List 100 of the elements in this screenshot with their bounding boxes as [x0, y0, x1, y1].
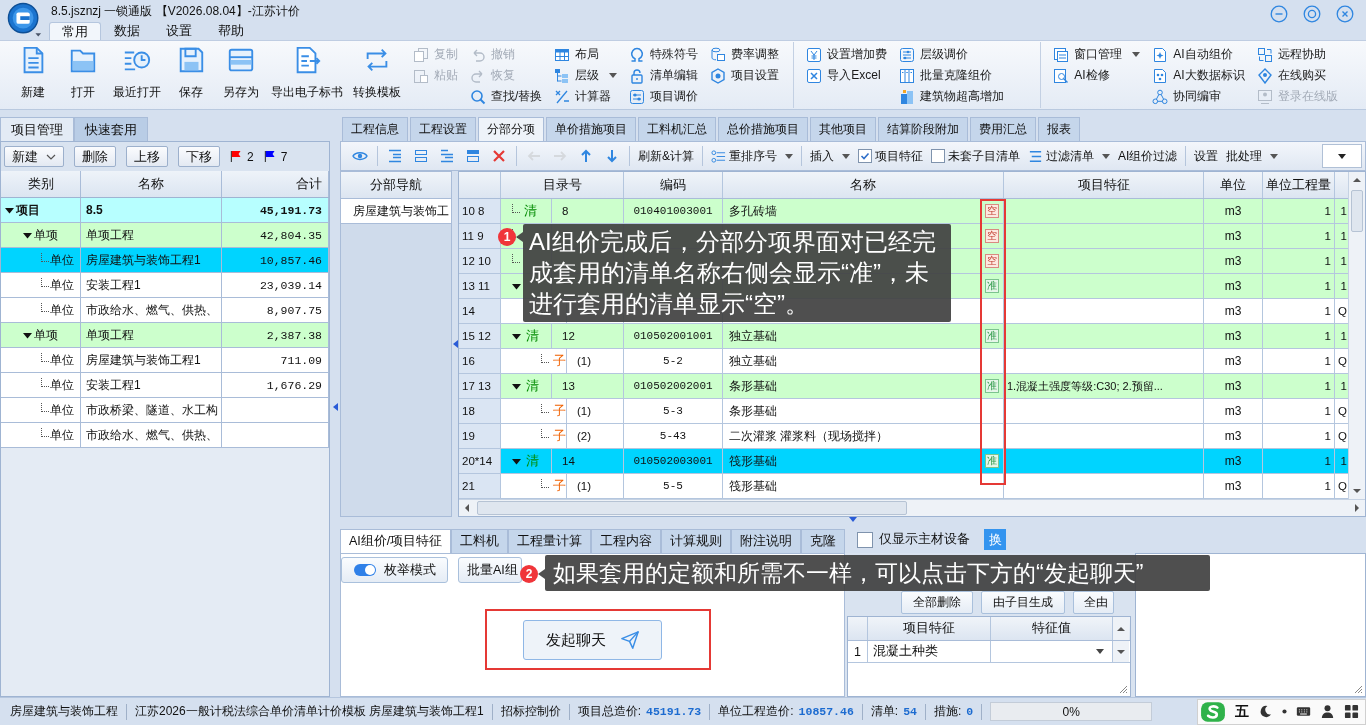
dropdown-button[interactable] [1322, 144, 1362, 168]
tree-row[interactable]: 单位 安装工程1 23,039.14 [1, 273, 329, 298]
ribbon-button[interactable]: 布局 [554, 44, 618, 65]
horizontal-scrollbar[interactable] [459, 499, 1365, 516]
batch-button[interactable]: 批量AI组 [458, 557, 522, 583]
expand-triangle-icon[interactable] [512, 331, 521, 341]
ribbon-button[interactable]: 查找/替换 [470, 86, 543, 107]
view-tab[interactable]: 报表 [1038, 117, 1080, 141]
toolbar-button[interactable]: 下移 [178, 146, 220, 167]
grid-row[interactable]: 16 子 (1) 5-2 独立基础 m3 1 Q [459, 349, 1348, 374]
feature-button[interactable]: 由子目生成 [981, 591, 1065, 614]
grid-row[interactable]: 19 子 (2) 5-43 二次灌浆 灌浆料（现场搅拌） m3 1 Q [459, 424, 1348, 449]
input-method-logo-icon[interactable] [1200, 700, 1226, 723]
checkbox-label[interactable]: 仅显示主材设备 [879, 530, 971, 548]
ribbon-button[interactable]: 转换模板 [353, 41, 401, 107]
ribbon-button[interactable]: 协同编审 [1152, 86, 1245, 107]
splitter-arrow-icon[interactable] [849, 517, 857, 522]
start-chat-button[interactable]: 发起聊天 [523, 620, 662, 660]
ribbon-button[interactable]: 项目设置 [710, 65, 780, 86]
feature-button[interactable]: 全由 [1073, 591, 1114, 614]
vertical-scrollbar[interactable] [1348, 172, 1365, 499]
view-tab[interactable]: 费用汇总 [970, 117, 1036, 141]
app-grid-icon[interactable] [1344, 704, 1359, 719]
expand-triangle-icon[interactable] [5, 205, 14, 215]
input-mode-label[interactable]: 五 [1235, 702, 1249, 721]
toolbar-icon-button[interactable] [412, 147, 430, 165]
ribbon-button[interactable]: 费率调整 [710, 44, 780, 65]
view-tab[interactable]: 工程设置 [410, 117, 476, 141]
detail-tab[interactable]: AI组价/项目特征 [340, 529, 452, 553]
expand-triangle-icon[interactable] [23, 330, 32, 340]
checkbox-label[interactable]: 项目特征 [875, 147, 923, 165]
tree-row[interactable]: 单位 市政给水、燃气、供热、 8,907.75 [1, 298, 329, 323]
detail-tab[interactable]: 附注说明 [731, 529, 802, 553]
nav-item[interactable]: 房屋建筑与装饰工 [341, 199, 451, 224]
toolbar-button[interactable]: 新建 [4, 146, 64, 167]
tree-row[interactable]: 单位 市政给水、燃气、供热、 [1, 423, 329, 448]
tree-row[interactable]: 单项 单项工程 42,804.35 [1, 223, 329, 248]
ribbon-button[interactable]: 打开 [63, 41, 103, 107]
close-icon[interactable] [1336, 5, 1354, 23]
grid-row[interactable]: 20*14 清 14 010502003001 筏形基础 准 m3 1 1 [459, 449, 1348, 474]
menu-tab[interactable]: 数据 [101, 22, 153, 40]
tree-row[interactable]: 单位 房屋建筑与装饰工程1 711.09 [1, 348, 329, 373]
tree-row[interactable]: 单位 市政桥梁、隧道、水工构 [1, 398, 329, 423]
ribbon-button[interactable]: 层级调价 [899, 44, 1005, 65]
ribbon-button[interactable]: 层级 [554, 65, 618, 86]
checkbox[interactable] [857, 532, 874, 548]
ribbon-button[interactable]: 批量克隆组价 [899, 65, 1005, 86]
ribbon-button[interactable]: AI自动组价 [1152, 44, 1245, 65]
ribbon-button[interactable]: 新建 [13, 41, 53, 107]
menu-tab[interactable]: 帮助 [205, 22, 257, 40]
ribbon-button[interactable]: AI检修 [1053, 65, 1141, 86]
panel-tab[interactable]: 项目管理 [0, 117, 74, 141]
minimize-icon[interactable] [1270, 5, 1288, 23]
text-area-field[interactable] [1135, 553, 1366, 697]
ribbon-button[interactable]: 窗口管理 [1053, 44, 1141, 65]
panel-tab[interactable]: 快速套用 [74, 117, 148, 141]
toolbar-button[interactable]: AI组价过滤 [1118, 147, 1178, 165]
ribbon-button[interactable]: AI大数据标识 [1152, 65, 1245, 86]
ribbon-button[interactable]: 远程协助 [1256, 44, 1338, 65]
toolbar-button[interactable]: 重排序号 [711, 147, 793, 165]
menu-tab[interactable]: 常用 [49, 22, 101, 40]
view-tab[interactable]: 分部分项 [478, 117, 544, 141]
ribbon-button[interactable]: 导入Excel [806, 65, 888, 86]
toolbar-icon-button[interactable] [438, 147, 456, 165]
expand-triangle-icon[interactable] [512, 456, 521, 466]
expand-triangle-icon[interactable] [23, 230, 32, 240]
ribbon-button[interactable]: 计算器 [554, 86, 618, 107]
ribbon-button[interactable]: 特殊符号 [629, 44, 699, 65]
toolbar-button[interactable]: 上移 [126, 146, 168, 167]
toolbar-button[interactable]: 插入 [810, 147, 850, 165]
splitter-arrow-icon[interactable] [452, 340, 458, 348]
grid-row[interactable]: 15 12 清 12 010502001001 独立基础 准 m3 1 1 [459, 324, 1348, 349]
grid-row[interactable]: 10 8 清 8 010401003001 多孔砖墙 空 m3 1 1 [459, 199, 1348, 224]
grid-row[interactable]: 18 子 (1) 5-3 条形基础 m3 1 Q [459, 399, 1348, 424]
tree-row[interactable]: 单项 单项工程 2,387.38 [1, 323, 329, 348]
grid-row[interactable]: 21 子 (1) 5-5 筏形基础 m3 1 Q [459, 474, 1348, 499]
view-tab[interactable]: 总价措施项目 [718, 117, 808, 141]
checkbox[interactable] [858, 149, 872, 163]
toolbar-icon-button[interactable] [386, 147, 404, 165]
view-tab[interactable]: 工程信息 [342, 117, 408, 141]
ribbon-button[interactable]: 另存为 [221, 41, 261, 107]
ribbon-button[interactable]: 建筑物超高增加 [899, 86, 1005, 107]
resize-grip-icon[interactable] [1353, 684, 1363, 694]
ribbon-button[interactable]: 在线购买 [1256, 65, 1338, 86]
ribbon-button[interactable]: 项目调价 [629, 86, 699, 107]
vertical-scrollbar[interactable] [1113, 641, 1129, 662]
view-tab[interactable]: 结算阶段附加 [878, 117, 968, 141]
ribbon-button[interactable]: 最近打开 [113, 41, 161, 107]
person-icon[interactable] [1320, 704, 1335, 719]
tree-row[interactable]: 项目 8.5 45,191.73 [1, 198, 329, 223]
resize-grip-icon[interactable] [1118, 684, 1128, 694]
scrollbar-thumb[interactable] [1351, 190, 1363, 232]
app-logo-icon[interactable] [7, 2, 43, 38]
ribbon-button[interactable]: 设置增加费 [806, 44, 888, 65]
view-tab[interactable]: 单价措施项目 [546, 117, 636, 141]
toolbar-button[interactable]: 刷新&计算 [638, 147, 694, 165]
toolbar-button[interactable]: 过滤清单 [1028, 147, 1110, 165]
detail-tab[interactable]: 工程量计算 [508, 529, 592, 553]
ribbon-button[interactable]: 导出电子标书 [271, 41, 343, 107]
checkbox-label[interactable]: 未套子目清单 [948, 147, 1020, 165]
